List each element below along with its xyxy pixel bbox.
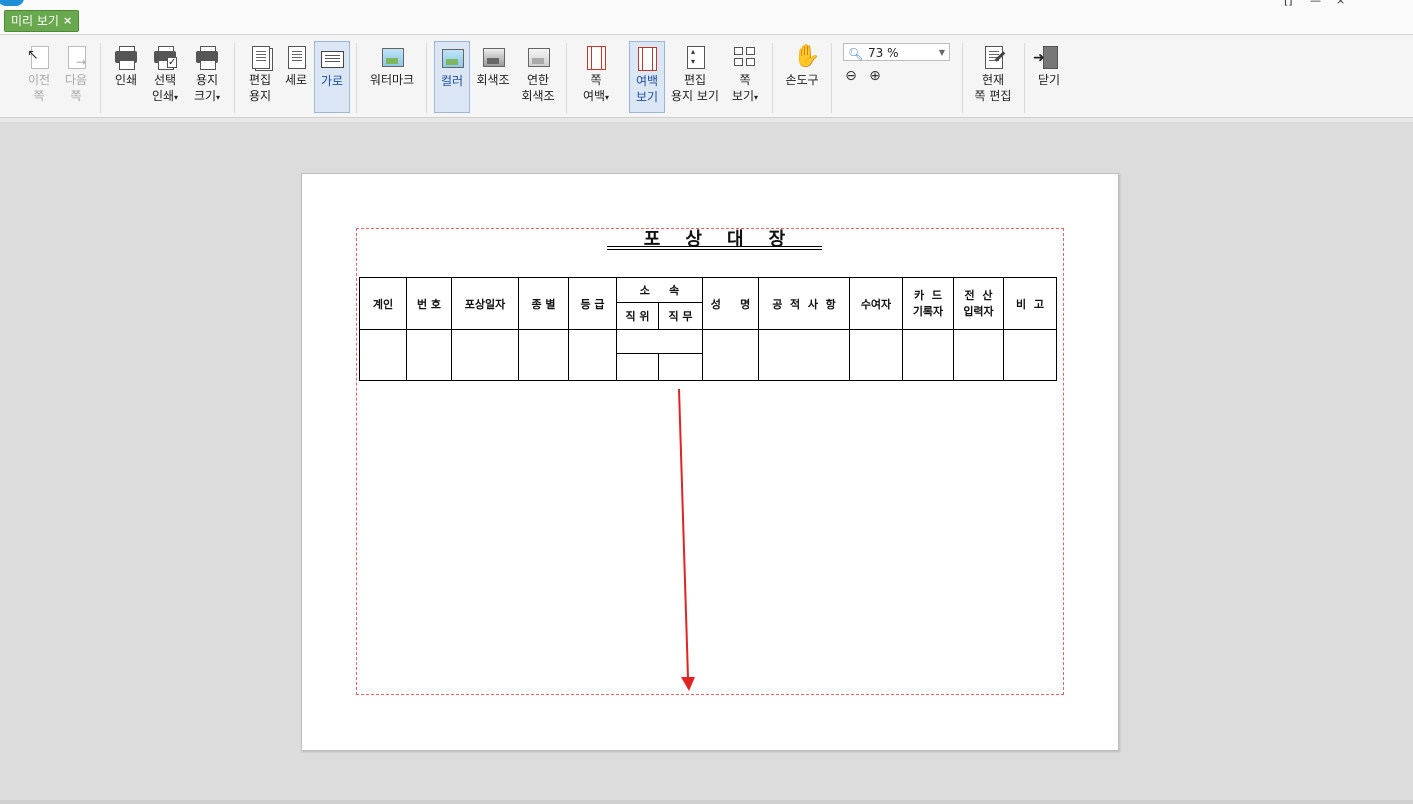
edit-paper-button[interactable]: 편집 용지 [242,41,278,113]
page-margin-label: 쪽 여백▾ [582,73,610,103]
zoom-out-icon[interactable]: ⊖ [842,67,860,85]
edit-paper-label: 편집 용지 [248,73,272,103]
watermark-label: 워터마크 [369,73,415,87]
edit-paper-view-label: 편집 용지 보기 [671,73,719,103]
separator [1024,43,1025,113]
page-grid-icon [733,45,757,69]
prev-page-icon: ↖ [27,45,51,69]
show-margin-button[interactable]: 여백 보기 [629,41,665,113]
separator [772,43,773,113]
next-page-button[interactable]: → 다음 쪽 [58,41,94,113]
separator [100,43,101,113]
chevron-down-icon[interactable]: ▼ [939,44,945,62]
grayscale-label: 회색조 [476,73,510,87]
annotation-arrow-shaft [678,388,689,679]
page-view-button[interactable]: 쪽 보기▾ [726,41,764,113]
hand-icon: ✋ [793,44,821,69]
restore-icon[interactable]: [] [1284,0,1293,7]
color-button[interactable]: 컬러 [434,41,470,113]
exit-door-icon: ➜ [1033,45,1061,69]
close-preview-button[interactable]: ➜ 닫기 [1032,41,1066,113]
edit-paper-view-icon: ▴ ▾ [683,45,707,69]
grayscale-button[interactable]: 회색조 [474,41,512,113]
separator [426,43,427,113]
landscape-icon [320,46,344,70]
annotation-arrow [678,388,695,691]
page-view-label: 쪽 보기▾ [731,73,759,103]
hand-tool-label: 손도구 [785,73,819,87]
preview-toolbar: ↖ 이전 쪽 → 다음 쪽 인쇄 ✓ 선택 인쇄▾ 용지 크기▾ 편집 용지 세… [0,35,1413,118]
annotation-arrow-head [681,677,695,691]
portrait-label: 세로 [284,73,308,87]
print-button[interactable]: 인쇄 [108,41,144,113]
tab-preview-label: 미리 보기 [11,14,59,28]
page-margin-icon [584,45,608,70]
print-label: 인쇄 [114,73,138,87]
paper-size-icon [195,45,219,70]
selective-print-icon: ✓ [153,45,178,70]
bottom-edge [0,800,1413,804]
show-margin-label: 여백 보기 [635,74,659,104]
minimize-icon[interactable]: — [1310,0,1321,7]
color-icon [440,46,464,70]
landscape-label: 가로 [320,74,344,88]
prev-page-button[interactable]: ↖ 이전 쪽 [20,41,58,113]
separator [356,43,357,113]
prev-page-label: 이전 쪽 [27,73,51,103]
separator [566,43,567,113]
show-margin-icon [635,46,659,71]
toolbar-shadow [0,118,1413,122]
hand-tool-button[interactable]: ✋ 손도구 [780,41,824,113]
paper-size-button[interactable]: 용지 크기▾ [188,41,226,113]
zoom-in-icon[interactable]: ⊕ [866,67,884,85]
paper-size-label: 용지 크기▾ [193,73,221,103]
light-grayscale-label: 연한 회색조 [521,73,555,103]
landscape-button[interactable]: 가로 [314,41,350,113]
edit-current-page-button[interactable]: 현재 쪽 편집 [970,41,1016,113]
edit-paper-icon [248,45,273,71]
color-label: 컬러 [440,74,464,88]
selective-print-button[interactable]: ✓ 선택 인쇄▾ [146,41,184,113]
title-bar: [] — × 미리 보기 × [0,0,1413,35]
close-window-icon[interactable]: × [1336,0,1345,7]
document-page[interactable]: 포 상 대 장 계인 번 호 포상일자 종 별 등 급 소 속 성 명 공 적 … [301,173,1119,751]
close-label: 닫기 [1037,73,1061,87]
zoom-value: 73 % [868,46,899,60]
next-page-icon: → [64,45,88,69]
watermark-button[interactable]: 워터마크 [364,41,420,113]
zoom-select[interactable]: 🔍︎ 73 % ▼ [843,43,950,61]
tab-preview[interactable]: 미리 보기 × [4,10,80,32]
separator [234,43,235,113]
selective-print-label: 선택 인쇄▾ [151,73,179,103]
printer-icon [114,45,138,70]
portrait-icon [284,45,308,69]
separator [831,43,832,113]
page-margin-button[interactable]: 쪽 여백▾ [578,41,614,113]
edit-current-page-label: 현재 쪽 편집 [974,73,1012,103]
tab-close-icon[interactable]: × [63,11,72,31]
edit-paper-view-button[interactable]: ▴ ▾ 편집 용지 보기 [668,41,722,113]
grayscale-icon [481,45,505,69]
next-page-label: 다음 쪽 [64,73,88,103]
light-grayscale-icon [526,45,550,69]
app-logo-icon [0,0,24,6]
search-icon: 🔍︎ [848,47,864,61]
separator [962,43,963,113]
portrait-button[interactable]: 세로 [280,41,312,113]
watermark-icon [380,45,404,69]
edit-page-icon [981,45,1006,69]
light-grayscale-button[interactable]: 연한 회색조 [516,41,560,113]
